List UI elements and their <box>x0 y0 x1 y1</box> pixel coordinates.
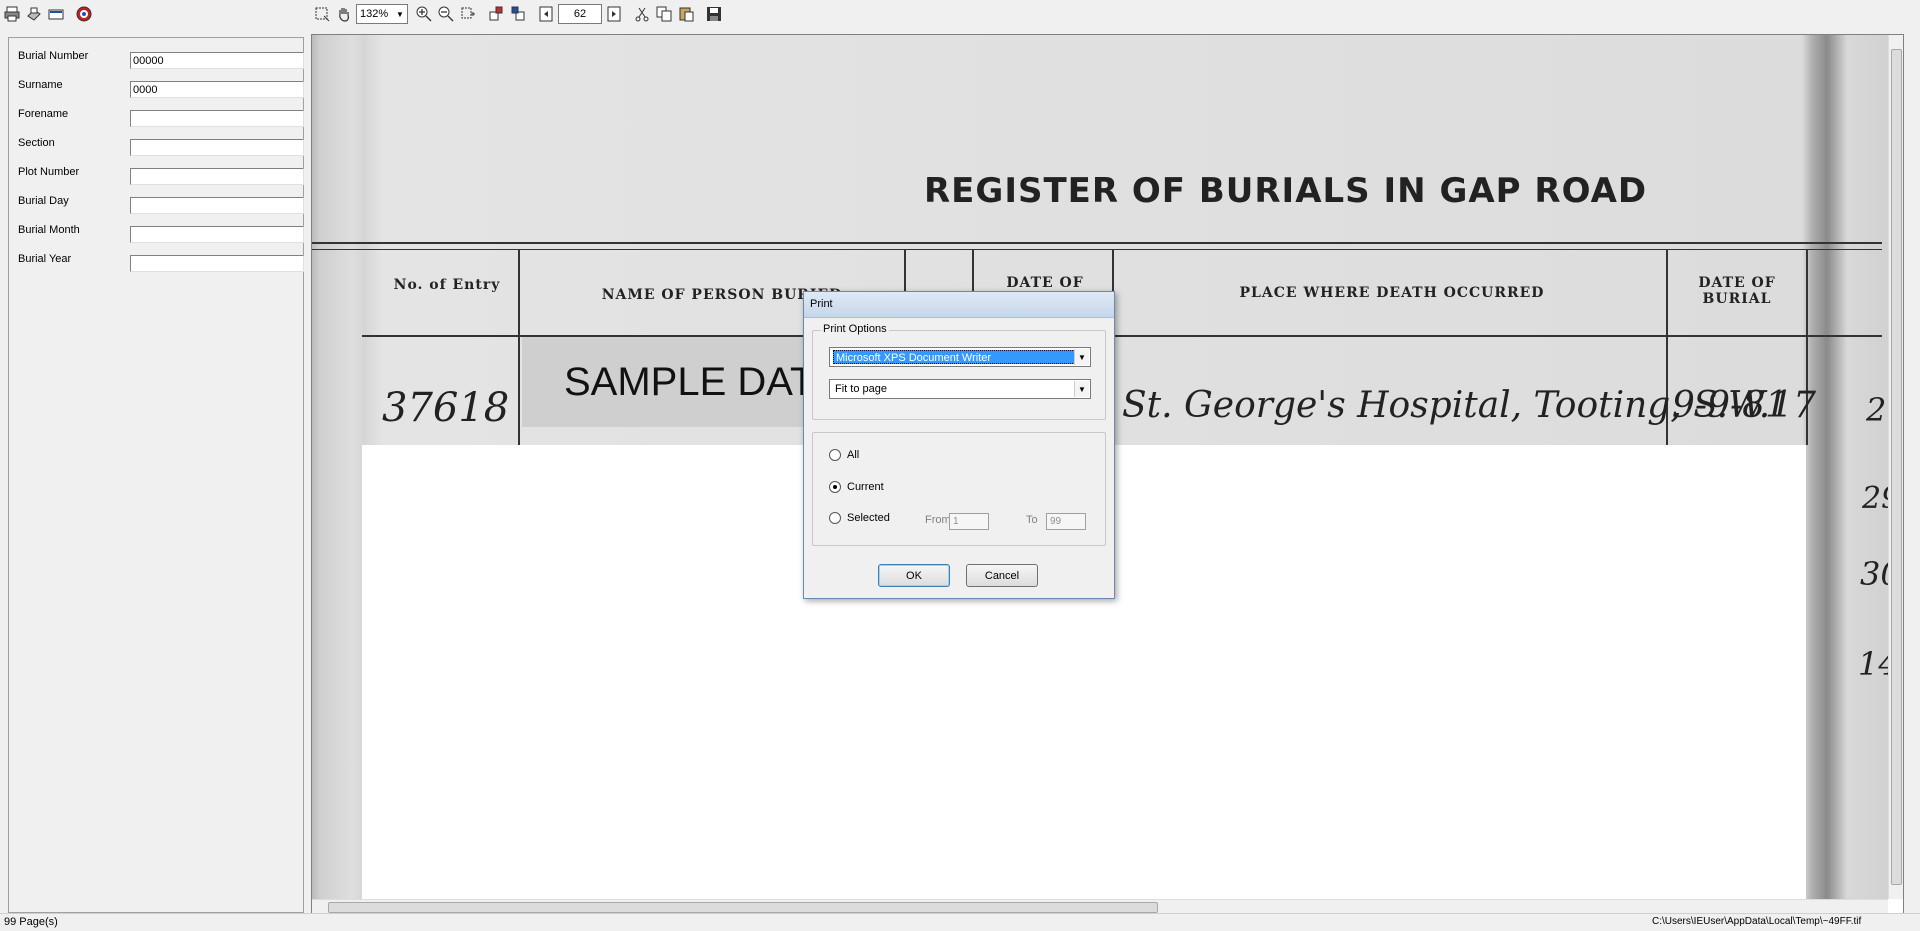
register-heading: REGISTER OF BURIALS IN GAP ROAD <box>924 171 1648 211</box>
section-label: Section <box>18 137 55 149</box>
plot-number-input[interactable] <box>130 168 304 185</box>
sample-watermark: SAMPLE DATA <box>564 360 839 404</box>
zoom-out-icon[interactable] <box>436 4 456 24</box>
column-date-burial: DATE OF BURIAL <box>1698 275 1776 307</box>
zoom-fit-icon[interactable] <box>458 4 478 24</box>
next-page-icon[interactable] <box>604 4 624 24</box>
zoom-select[interactable]: 132% ▼ <box>356 4 408 24</box>
plot-number-label: Plot Number <box>18 166 80 178</box>
radio-circle <box>829 449 841 461</box>
print-range-group: All Current Selected From 1 To 99 <box>812 432 1106 546</box>
rule-line <box>312 242 1882 244</box>
to-label: To <box>1026 514 1038 526</box>
copy-icon[interactable] <box>654 4 674 24</box>
field-row-plot-number: Plot Number <box>18 164 304 185</box>
margin-number: 2 <box>1866 391 1887 429</box>
range-all-radio[interactable]: All <box>829 449 859 461</box>
burial-month-input[interactable] <box>130 226 304 243</box>
horizontal-scroll-thumb[interactable] <box>328 902 1158 913</box>
column-date-of: DATE OF <box>1006 275 1084 291</box>
forename-label: Forename <box>18 108 69 120</box>
cancel-button[interactable]: Cancel <box>966 564 1038 587</box>
field-row-surname: Surname 0000 <box>18 77 304 98</box>
column-divider <box>518 250 520 445</box>
rule-line <box>312 249 1882 250</box>
burial-year-label: Burial Year <box>18 253 72 265</box>
rotate-left-icon[interactable] <box>486 4 506 24</box>
surname-input[interactable]: 0000 <box>130 81 304 98</box>
page-count: 99 Page(s) <box>4 916 58 928</box>
field-row-section: Section <box>18 135 304 156</box>
burial-month-label: Burial Month <box>18 224 80 236</box>
field-row-burial-number: Burial Number 00000 <box>18 48 304 69</box>
card-icon[interactable] <box>46 4 66 24</box>
section-input[interactable] <box>130 139 304 156</box>
burial-year-input[interactable] <box>130 255 304 272</box>
dialog-title: Print <box>804 292 1114 318</box>
burial-date: 9-9-81 <box>1672 385 1788 426</box>
pan-hand-icon[interactable] <box>334 4 354 24</box>
file-path: C:\Users\IEUser\AppData\Local\Temp\~49FF… <box>1652 916 1862 927</box>
print-options-group: Print Options Microsoft XPS Document Wri… <box>812 323 1106 420</box>
paste-icon[interactable] <box>676 4 696 24</box>
viewer-toolbar: 132% ▼ 62 <box>312 0 726 28</box>
scan-icon[interactable] <box>24 4 44 24</box>
range-current-radio[interactable]: Current <box>829 481 884 493</box>
range-selected-label: Selected <box>847 512 890 524</box>
range-selected-radio[interactable]: Selected <box>829 512 890 524</box>
column-place: PLACE WHERE DEATH OCCURRED <box>1239 285 1545 301</box>
printer-select[interactable]: Microsoft XPS Document Writer ▼ <box>829 347 1091 367</box>
horizontal-scrollbar[interactable] <box>312 899 1888 913</box>
radio-circle-selected <box>829 481 841 493</box>
main-toolbar <box>2 0 96 28</box>
field-row-forename: Forename <box>18 106 304 127</box>
burial-day-label: Burial Day <box>18 195 69 207</box>
save-icon[interactable] <box>704 4 724 24</box>
burial-number-label: Burial Number <box>18 50 89 62</box>
cut-icon[interactable] <box>632 4 652 24</box>
scaling-select[interactable]: Fit to page ▼ <box>829 379 1091 399</box>
entry-number: 37618 <box>382 385 510 431</box>
surname-label: Surname <box>18 79 63 91</box>
zoom-in-icon[interactable] <box>414 4 434 24</box>
column-no-entry: No. of Entry <box>393 277 501 293</box>
field-row-burial-year: Burial Year <box>18 251 304 272</box>
forename-input[interactable] <box>130 110 304 127</box>
zoom-value: 132% <box>360 8 389 20</box>
radio-circle <box>829 512 841 524</box>
printer-value: Microsoft XPS Document Writer <box>833 350 1087 364</box>
field-row-burial-day: Burial Day <box>18 193 304 214</box>
to-input[interactable]: 99 <box>1046 513 1086 530</box>
rotate-right-icon[interactable] <box>508 4 528 24</box>
page-number-input[interactable]: 62 <box>558 4 602 24</box>
scaling-value: Fit to page <box>835 383 887 395</box>
select-area-icon[interactable] <box>312 4 332 24</box>
burial-day-input[interactable] <box>130 197 304 214</box>
ok-button[interactable]: OK <box>878 564 950 587</box>
chevron-down-icon: ▼ <box>396 9 404 19</box>
print-options-label: Print Options <box>821 323 889 335</box>
status-bar: 99 Page(s) C:\Users\IEUser\AppData\Local… <box>0 913 1920 931</box>
print-icon[interactable] <box>2 4 22 24</box>
range-all-label: All <box>847 449 860 461</box>
burial-number-input[interactable]: 00000 <box>130 52 304 69</box>
help-icon[interactable] <box>74 4 94 24</box>
vertical-scrollbar[interactable] <box>1888 35 1903 899</box>
vertical-scroll-thumb[interactable] <box>1891 49 1902 885</box>
range-current-label: Current <box>847 481 884 493</box>
search-panel: Burial Number 00000 Surname 0000 Forenam… <box>8 37 304 913</box>
print-dialog: Print Print Options Microsoft XPS Docume… <box>803 291 1115 599</box>
previous-page-icon[interactable] <box>536 4 556 24</box>
from-label: From <box>925 514 951 526</box>
from-input[interactable]: 1 <box>949 513 989 530</box>
chevron-down-icon: ▼ <box>1074 381 1089 397</box>
chevron-down-icon: ▼ <box>1074 349 1089 365</box>
field-row-burial-month: Burial Month <box>18 222 304 243</box>
